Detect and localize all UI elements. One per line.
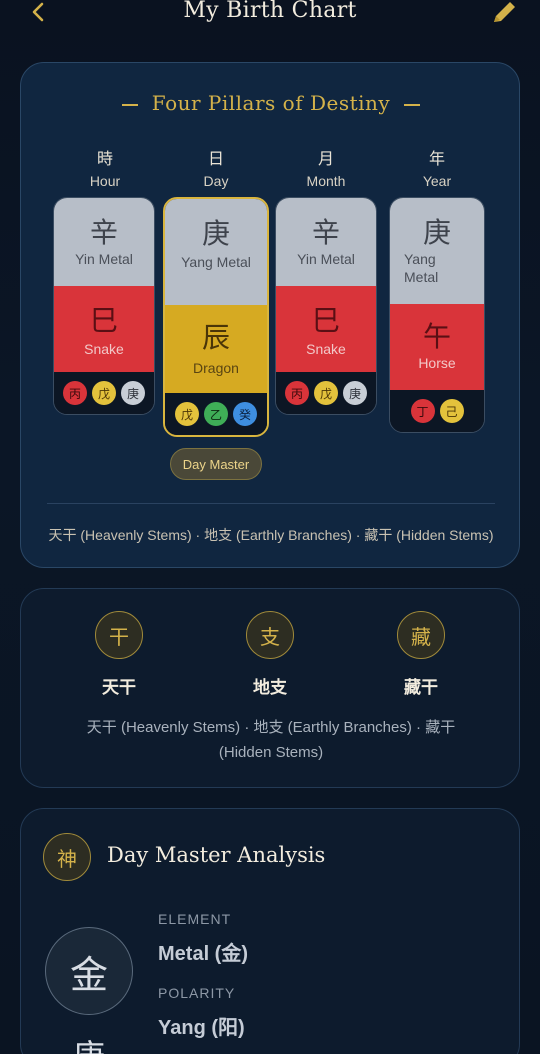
polarity-value: Yang (阳) [158, 1017, 245, 1039]
stem-cell: 辛 Yin Metal [276, 198, 376, 286]
legend-item-label: 藏干 [404, 678, 438, 698]
stem-label: Yin Metal [297, 251, 355, 267]
pillars-legend: 天干 (Heavenly Stems) · 地支 (Earthly Branch… [48, 527, 494, 543]
branch-glyph: 辰 [201, 321, 230, 354]
four-pillars-title: Four Pillars of Destiny [151, 91, 391, 115]
column-header-year: 年 Year [387, 145, 487, 189]
branch-label: Horse [418, 355, 456, 371]
legend-item-heavenly-stems[interactable]: 干 天干 [69, 611, 169, 698]
stem-label: Yang [404, 251, 436, 267]
app-header: My Birth Chart [0, 0, 540, 30]
column-header-hour: 時 Hour [55, 145, 155, 189]
legend-item-hidden-stems[interactable]: 藏 藏干 [371, 611, 471, 698]
branch-cell: 巳 Snake [276, 286, 376, 372]
day-master-badge[interactable]: Day Master [170, 448, 262, 480]
hidden-stem-dot: 戊 [314, 381, 338, 405]
hidden-stem-dot: 庚 [343, 381, 367, 405]
pillar-day[interactable]: 庚 Yang Metal 辰 Dragon 戊 乙 癸 [163, 197, 269, 437]
column-zh: 月 [317, 149, 334, 168]
hidden-stem-dot: 戊 [92, 381, 116, 405]
hidden-stem-dot: 己 [439, 399, 464, 423]
stem-label: Yang Metal [181, 254, 251, 270]
element-symbol: 金 [45, 927, 133, 1015]
stem-cell: 庚 Yang Metal [390, 198, 484, 304]
legend-card: 干 天干 支 地支 藏 藏干 天干 (Heavenly Stems) · 地支 … [20, 588, 520, 788]
branch-glyph: 巳 [311, 304, 340, 337]
element-label: ELEMENT [158, 911, 232, 927]
hidden-stems-row: 丙 戊 庚 [54, 372, 154, 414]
pillar-hour[interactable]: 辛 Yin Metal 巳 Snake 丙 戊 庚 [53, 197, 155, 415]
hidden-stems-row: 戊 乙 癸 [165, 393, 267, 435]
stem-symbol-icon: 干 [95, 611, 143, 659]
hidden-stem-dot: 戊 [175, 402, 199, 426]
column-zh: 年 [428, 149, 445, 168]
column-zh: 時 [96, 149, 113, 168]
stem-glyph: 庚 [422, 216, 451, 249]
branch-label: Snake [84, 341, 124, 357]
legend-item-earthly-branches[interactable]: 支 地支 [220, 611, 320, 698]
branch-label: Dragon [193, 360, 239, 376]
title-dash-right [404, 103, 421, 106]
title-dash-left [121, 103, 138, 106]
column-header-day: 日 Day [166, 145, 266, 189]
hidden-stem-dot: 乙 [204, 402, 228, 426]
branch-symbol-icon: 支 [246, 611, 294, 659]
day-master-analysis-card: 神 Day Master Analysis 金 庚 ELEMENT Metal … [20, 808, 520, 1054]
stem-symbol: 庚 [61, 1031, 117, 1054]
column-en: Hour [89, 173, 121, 189]
branch-glyph: 午 [422, 320, 451, 353]
stem-glyph: 辛 [311, 216, 340, 249]
hidden-stem-dot: 癸 [233, 402, 257, 426]
hidden-stems-row: 丁 己 [390, 390, 484, 432]
branch-cell: 午 Horse [390, 304, 484, 390]
hidden-stem-dot: 庚 [121, 381, 145, 405]
branch-label: Snake [306, 341, 346, 357]
edit-button[interactable] [490, 0, 518, 26]
column-zh: 日 [207, 149, 224, 168]
pencil-icon [494, 2, 515, 22]
column-en: Month [306, 173, 346, 189]
hidden-stem-dot: 丙 [63, 381, 87, 405]
divider [47, 503, 495, 504]
stem-glyph: 庚 [201, 217, 230, 250]
spirit-icon: 神 [43, 833, 91, 881]
column-en: Year [422, 173, 452, 189]
stem-label: Metal [404, 269, 439, 285]
hidden-stems-row: 丙 戊 庚 [276, 372, 376, 414]
column-header-month: 月 Month [276, 145, 376, 189]
page-title: My Birth Chart [183, 0, 357, 23]
hidden-symbol-icon: 藏 [397, 611, 445, 659]
legend-description: 天干 (Heavenly Stems) · 地支 (Earthly Branch… [86, 719, 456, 761]
column-en: Day [203, 173, 229, 189]
legend-item-label: 地支 [253, 678, 287, 698]
polarity-label: POLARITY [158, 985, 236, 1001]
stem-glyph: 辛 [89, 216, 118, 249]
stem-label: Yin Metal [75, 251, 133, 267]
section-title: Four Pillars of Destiny [21, 91, 521, 115]
analysis-title: Day Master Analysis [107, 843, 326, 867]
hidden-stem-dot: 丁 [410, 399, 435, 423]
branch-glyph: 巳 [89, 304, 118, 337]
branch-cell: 巳 Snake [54, 286, 154, 372]
pillar-year[interactable]: 庚 Yang Metal 午 Horse 丁 己 [389, 197, 485, 433]
four-pillars-card: Four Pillars of Destiny 時 Hour 日 Day 月 M… [20, 62, 520, 568]
pillar-month[interactable]: 辛 Yin Metal 巳 Snake 丙 戊 庚 [275, 197, 377, 415]
hidden-stem-dot: 丙 [285, 381, 309, 405]
branch-cell: 辰 Dragon [165, 305, 267, 393]
legend-item-label: 天干 [102, 678, 136, 698]
element-value: Metal (金) [158, 943, 248, 965]
stem-cell: 辛 Yin Metal [54, 198, 154, 286]
stem-cell: 庚 Yang Metal [165, 199, 267, 305]
